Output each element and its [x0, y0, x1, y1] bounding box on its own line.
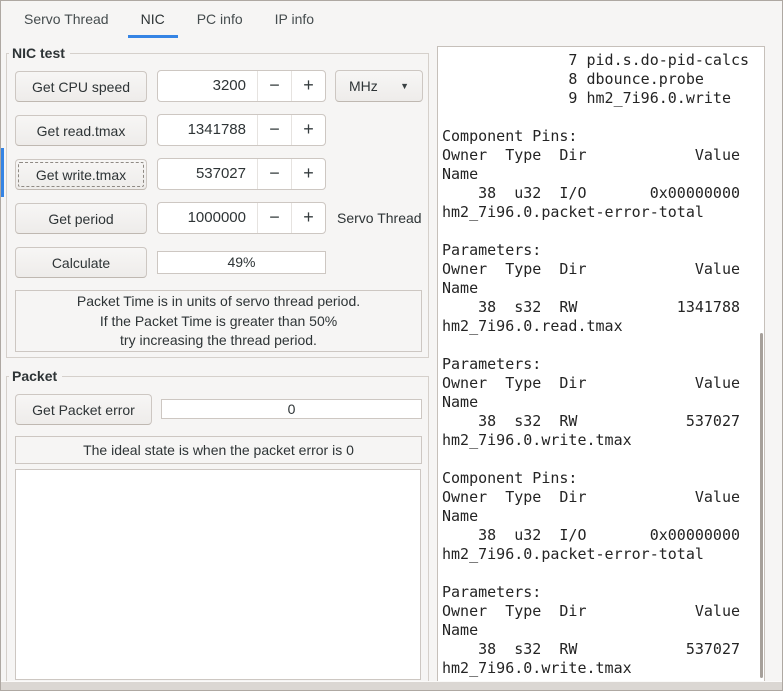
unit-combobox[interactable]: MHz ▼: [335, 70, 423, 102]
minus-icon[interactable]: −: [257, 203, 291, 233]
note-line: If the Packet Time is greater than 50%: [99, 312, 338, 329]
get-packet-error-button[interactable]: Get Packet error: [15, 394, 152, 425]
packet-empty-panel: [15, 469, 421, 680]
focus-indicator-strip: [1, 148, 4, 197]
servo-thread-label: Servo Thread: [337, 210, 422, 226]
plus-icon[interactable]: +: [291, 115, 325, 145]
scrollbar-thumb[interactable]: [760, 333, 763, 678]
get-write-tmax-button[interactable]: Get write.tmax: [15, 159, 147, 190]
tab-bar: Servo Thread NIC PC info IP info: [1, 1, 782, 38]
packet-error-field[interactable]: 0: [161, 399, 422, 419]
write-tmax-spinbox[interactable]: 537027 − +: [157, 158, 326, 190]
chevron-down-icon: ▼: [400, 81, 409, 91]
minus-icon[interactable]: −: [257, 159, 291, 189]
hal-output-text: 7 pid.s.do-pid-calcs 8 dbounce.probe 9 h…: [442, 51, 750, 677]
packet-time-percent-field[interactable]: 49%: [157, 251, 326, 274]
tab-nic[interactable]: NIC: [127, 1, 178, 38]
minus-icon[interactable]: −: [257, 71, 291, 101]
read-tmax-value[interactable]: 1341788: [158, 115, 257, 145]
unit-combobox-value: MHz: [349, 78, 378, 94]
get-read-tmax-button[interactable]: Get read.tmax: [15, 115, 147, 146]
plus-icon[interactable]: +: [291, 71, 325, 101]
get-period-button[interactable]: Get period: [15, 203, 147, 234]
nic-test-group-title: NIC test: [9, 45, 70, 61]
get-cpu-speed-button[interactable]: Get CPU speed: [15, 71, 147, 102]
hal-output-panel[interactable]: 7 pid.s.do-pid-calcs 8 dbounce.probe 9 h…: [437, 46, 765, 686]
packet-time-note: Packet Time is in units of servo thread …: [15, 290, 422, 352]
tab-pc-info[interactable]: PC info: [184, 1, 256, 38]
packet-error-note: The ideal state is when the packet error…: [15, 436, 422, 464]
packet-group: Packet Get Packet error 0 The ideal stat…: [6, 368, 429, 686]
note-line: try increasing the thread period.: [120, 332, 317, 348]
window-bottom-strip: [1, 681, 782, 690]
period-spinbox[interactable]: 1000000 − +: [157, 202, 326, 234]
tab-servo-thread[interactable]: Servo Thread: [11, 1, 122, 38]
app-window: Servo Thread NIC PC info IP info NIC tes…: [0, 0, 783, 691]
nic-test-group: NIC test Get CPU speed 3200 − + MHz ▼ Ge…: [6, 45, 429, 358]
period-value[interactable]: 1000000: [158, 203, 257, 233]
minus-icon[interactable]: −: [257, 115, 291, 145]
note-line: Packet Time is in units of servo thread …: [76, 293, 361, 309]
plus-icon[interactable]: +: [291, 203, 325, 233]
read-tmax-spinbox[interactable]: 1341788 − +: [157, 114, 326, 146]
cpu-speed-spinbox[interactable]: 3200 − +: [157, 70, 326, 102]
cpu-speed-value[interactable]: 3200: [158, 71, 257, 101]
plus-icon[interactable]: +: [291, 159, 325, 189]
packet-group-title: Packet: [9, 368, 63, 384]
write-tmax-value[interactable]: 537027: [158, 159, 257, 189]
calculate-button[interactable]: Calculate: [15, 247, 147, 278]
tab-ip-info[interactable]: IP info: [262, 1, 327, 38]
